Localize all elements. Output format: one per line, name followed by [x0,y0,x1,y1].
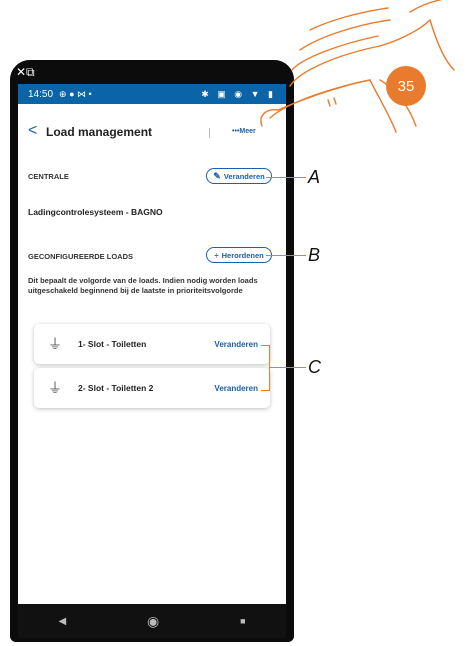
centrale-edit-button[interactable]: ✎ Veranderen [206,168,272,184]
annotation-bracket-c [261,345,270,391]
back-button[interactable]: < [28,122,37,140]
system-name: Ladingcontrolesysteem - BAGNO [28,207,163,217]
load-edit-link[interactable]: Veranderen [214,340,258,349]
pencil-icon: ✎ [213,170,221,181]
load-item[interactable]: ⏚ 2- Slot - Toiletten 2 Veranderen [34,368,270,408]
app-screen: < Load management •••Meer CENTRALE ✎ Ver… [18,104,286,604]
annotation-line-b [266,255,306,256]
nav-back-icon[interactable]: ◀ [58,616,66,627]
annotation-b: B [308,245,321,265]
hand-pointer-icon [260,0,455,133]
nav-recent-icon[interactable]: ■ [240,616,245,626]
load-name: 2- Slot - Toiletten 2 [78,383,154,393]
screenshot-icon: ✕⧉ [16,65,35,79]
centrale-edit-label: Veranderen [223,171,265,181]
plug-icon: ⏚ [48,336,62,352]
reorder-icon: ÷ [214,250,219,260]
centrale-heading: CENTRALE [28,172,69,181]
page-title: Load management [46,125,153,139]
nav-home-icon[interactable]: ◉ [147,613,159,630]
reorder-label: Herordenen [221,250,264,260]
loads-description: Dit bepaalt de volgorde van de loads. In… [28,276,258,295]
annotation-c: C [308,357,321,377]
annotation-line-a [266,177,306,178]
loads-heading: GECONFIGUREERDE LOADS [28,252,134,261]
header-divider [209,128,210,138]
plug-icon: ⏚ [48,380,62,396]
reorder-button[interactable]: ÷ Herordenen [206,247,272,263]
annotation-line-c [269,367,306,368]
annotation-a: A [308,167,321,187]
load-name: 1- Slot - Toiletten [78,339,147,349]
status-left-icons: ⊕ ● ⋈ • [59,88,92,99]
status-time: 14:50 [28,88,54,100]
step-badge: 35 [386,66,426,106]
android-nav-bar: ◀ ◉ ■ [18,604,286,638]
chevron-left-icon: < [28,122,38,139]
load-edit-link[interactable]: Veranderen [214,384,258,393]
load-item[interactable]: ⏚ 1- Slot - Toiletten Veranderen [34,324,270,364]
